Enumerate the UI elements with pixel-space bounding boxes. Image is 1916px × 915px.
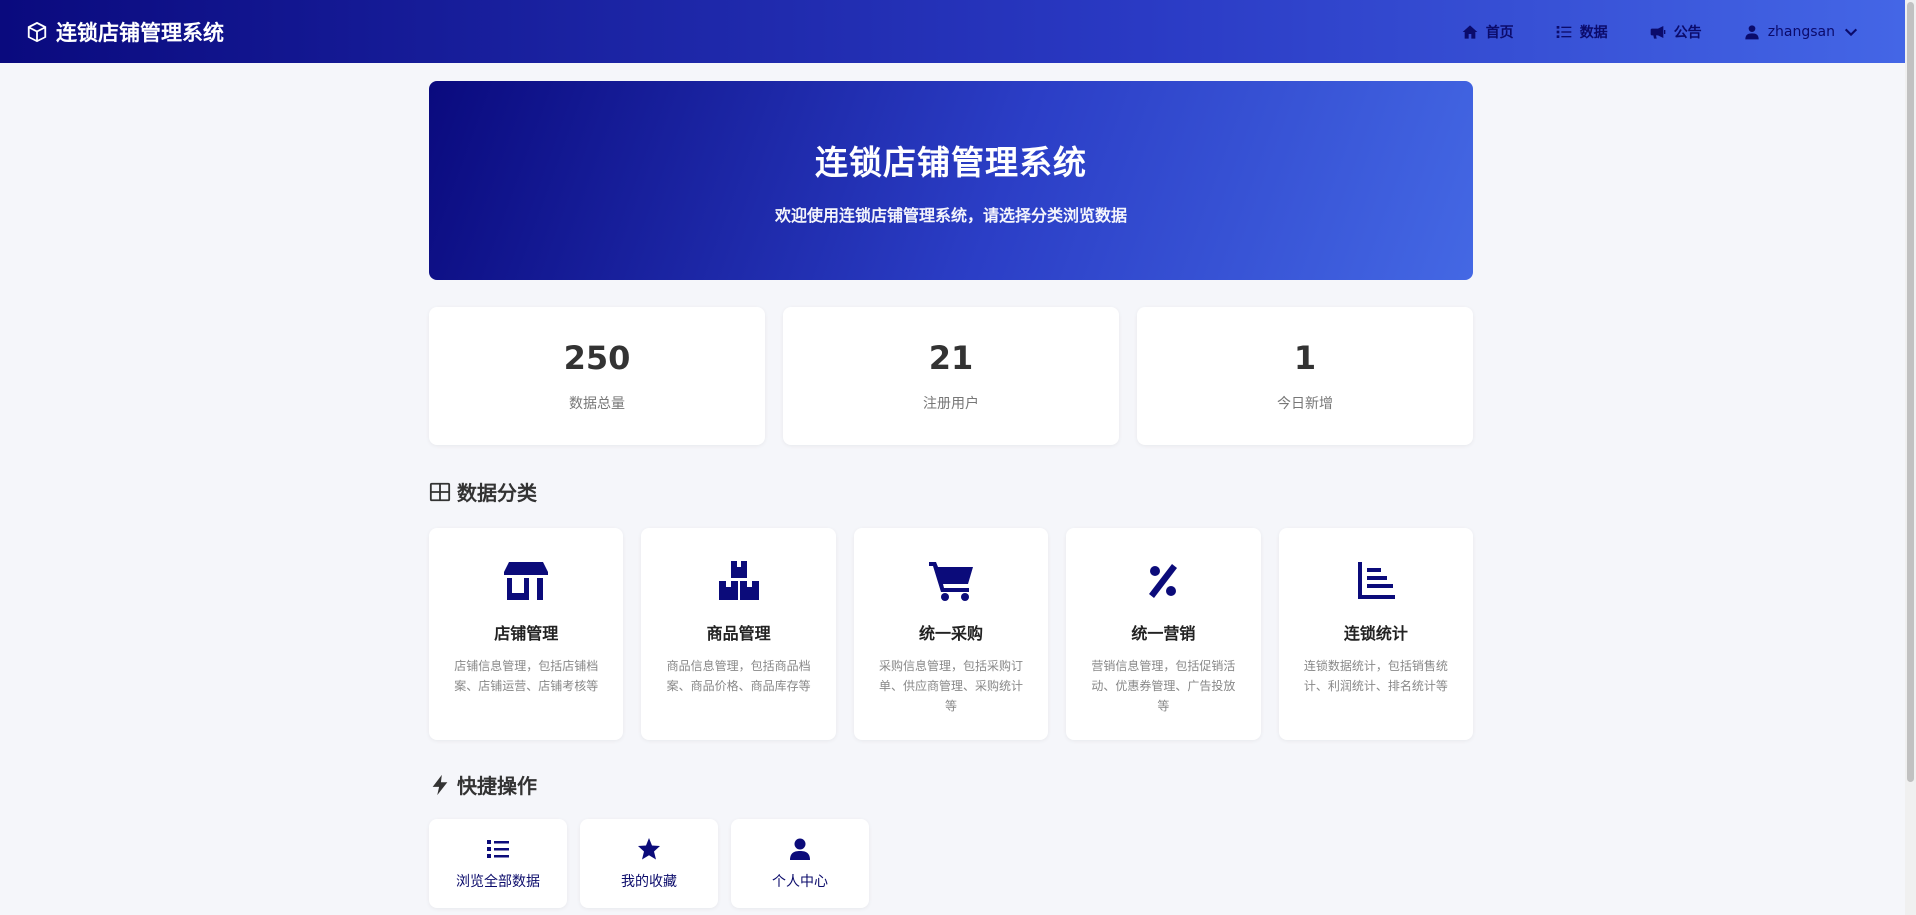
stat-label: 今日新增	[1277, 396, 1333, 412]
hero-title: 连锁店铺管理系统	[815, 142, 1087, 182]
category-card-product[interactable]: 商品管理 商品信息管理，包括商品档案、商品价格、商品库存等	[641, 528, 836, 740]
bolt-icon	[432, 774, 448, 795]
home-icon	[1462, 24, 1478, 39]
section-title-label: 快捷操作	[457, 774, 537, 798]
category-desc: 店铺信息管理，包括店铺档案、店铺运营、店铺考核等	[454, 659, 599, 693]
category-desc: 商品信息管理，包括商品档案、商品价格、商品库存等	[666, 659, 811, 693]
nav-notice[interactable]: 公告	[1650, 22, 1702, 42]
category-title: 店铺管理	[494, 624, 559, 643]
scrollbar[interactable]	[1905, 0, 1916, 915]
stat-value: 21	[928, 339, 974, 377]
category-card-purchase[interactable]: 统一采购 采购信息管理，包括采购订单、供应商管理、采购统计等	[853, 528, 1049, 740]
section-title-categories: 数据分类	[429, 477, 1473, 506]
section-title-label: 数据分类	[457, 481, 537, 505]
category-card-statistics[interactable]: 连锁统计 连锁数据统计，包括销售统计、利润统计、排名统计等	[1278, 528, 1474, 740]
quick-browse-all-button[interactable]: 浏览全部数据	[429, 819, 567, 908]
category-grid: 店铺管理 店铺信息管理，包括店铺档案、店铺运营、店铺考核等 商品管理 商品信息管…	[429, 528, 1474, 740]
nav-notice-label: 公告	[1673, 24, 1702, 41]
stat-label: 注册用户	[923, 396, 979, 412]
section-title-quick: 快捷操作	[429, 770, 1473, 799]
user-icon	[1745, 24, 1759, 39]
nav-home[interactable]: 首页	[1462, 22, 1514, 42]
nav-data-label: 数据	[1579, 24, 1608, 41]
megaphone-icon	[1650, 25, 1666, 39]
category-desc: 连锁数据统计，包括销售统计、利润统计、排名统计等	[1303, 659, 1448, 693]
quick-actions: 浏览全部数据 我的收藏 个人中心	[429, 819, 1473, 908]
stat-label: 数据总量	[569, 396, 625, 412]
boxes-icon	[718, 561, 759, 600]
stat-card-users: 21 注册用户	[783, 307, 1119, 445]
quick-action-label: 浏览全部数据	[456, 873, 540, 890]
list-icon	[487, 839, 509, 858]
category-title: 统一采购	[919, 624, 984, 643]
chevron-down-icon	[1844, 28, 1858, 36]
stats-row: 250 数据总量 21 注册用户 1 今日新增	[429, 307, 1473, 445]
username: zhangsan	[1767, 23, 1835, 40]
stat-card-total: 250 数据总量	[429, 307, 765, 445]
scrollbar-thumb[interactable]	[1907, 2, 1914, 782]
category-card-marketing[interactable]: 统一营销 营销信息管理，包括促销活动、优惠券管理、广告投放等	[1066, 528, 1261, 740]
nav-data[interactable]: 数据	[1556, 22, 1608, 42]
quick-action-label: 个人中心	[772, 873, 828, 890]
main-content: 连锁店铺管理系统 欢迎使用连锁店铺管理系统，请选择分类浏览数据 250 数据总量…	[429, 81, 1474, 908]
quick-profile-button[interactable]: 个人中心	[731, 819, 869, 908]
category-title: 商品管理	[706, 624, 771, 643]
brand[interactable]: 连锁店铺管理系统	[26, 17, 224, 47]
star-icon	[638, 837, 660, 859]
stat-value: 1	[1293, 339, 1317, 377]
store-icon	[504, 562, 549, 600]
quick-action-label: 我的收藏	[621, 873, 677, 890]
hero-banner: 连锁店铺管理系统 欢迎使用连锁店铺管理系统，请选择分类浏览数据	[429, 81, 1473, 280]
quick-favorites-button[interactable]: 我的收藏	[580, 819, 718, 908]
list-icon	[1556, 25, 1572, 38]
stat-value: 250	[563, 339, 631, 377]
user-icon	[790, 838, 810, 860]
stat-card-today: 1 今日新增	[1137, 307, 1473, 445]
hero-subtitle: 欢迎使用连锁店铺管理系统，请选择分类浏览数据	[774, 205, 1127, 225]
percent-icon	[1149, 564, 1178, 598]
cart-icon	[929, 562, 974, 601]
top-navbar: 连锁店铺管理系统 首页 数据 公告 zhangsan	[0, 0, 1905, 63]
category-title: 连锁统计	[1343, 624, 1408, 643]
table-icon	[429, 482, 451, 501]
category-desc: 营销信息管理，包括促销活动、优惠券管理、广告投放等	[1091, 659, 1236, 713]
chart-icon	[1357, 562, 1395, 599]
nav-home-label: 首页	[1485, 24, 1514, 41]
user-menu[interactable]: zhangsan	[1744, 24, 1859, 40]
brand-title: 连锁店铺管理系统	[56, 20, 224, 45]
category-card-store[interactable]: 店铺管理 店铺信息管理，包括店铺档案、店铺运营、店铺考核等	[429, 528, 624, 740]
category-desc: 采购信息管理，包括采购订单、供应商管理、采购统计等	[879, 659, 1024, 713]
category-title: 统一营销	[1131, 624, 1196, 643]
cube-icon	[27, 21, 47, 42]
